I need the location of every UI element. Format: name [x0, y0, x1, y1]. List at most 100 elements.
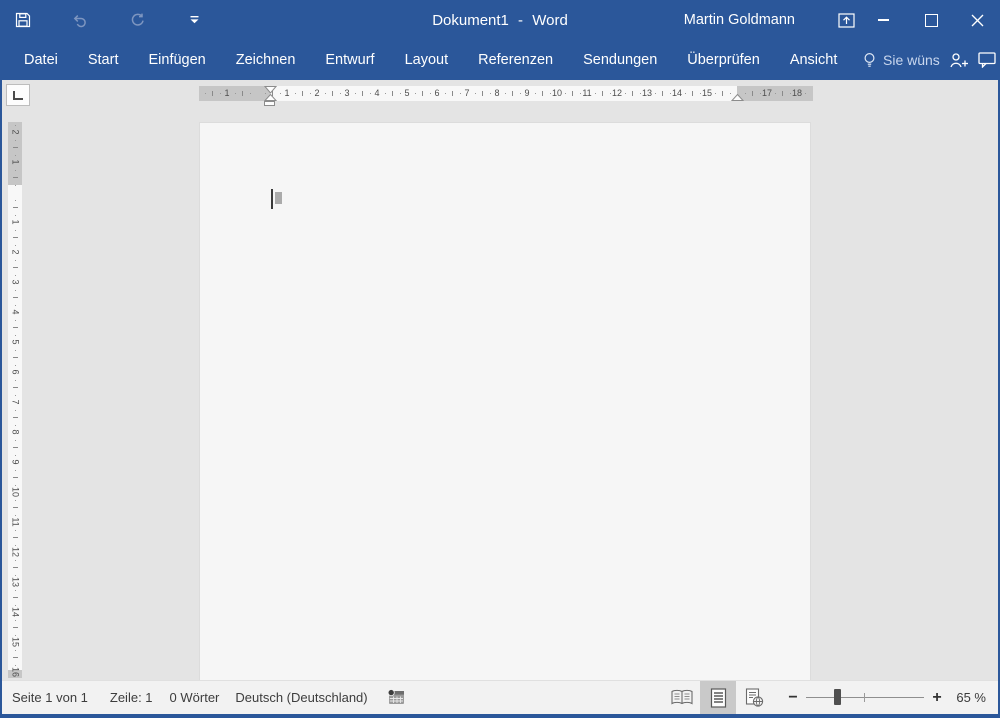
macro-record-icon [385, 688, 406, 707]
ruler-dot [655, 93, 656, 94]
print-layout-button[interactable] [700, 681, 736, 714]
ruler-dot [415, 93, 416, 94]
ruler-tick [13, 147, 18, 148]
ruler-tick [572, 91, 573, 96]
ruler-dot [715, 93, 716, 94]
tab-stop-selector[interactable] [6, 84, 30, 106]
ruler-dot [15, 380, 16, 381]
ruler-dot [15, 200, 16, 201]
ruler-dot [15, 590, 16, 591]
ruler-dot [775, 93, 776, 94]
ruler-tick [13, 597, 18, 598]
account-button[interactable]: Martin Goldmann [684, 0, 795, 40]
ruler-tick [13, 657, 18, 658]
save-button[interactable] [0, 0, 46, 40]
right-indent-marker[interactable] [731, 94, 744, 101]
tab-zeichnen[interactable]: Zeichnen [221, 40, 311, 80]
ruler-tick [13, 627, 18, 628]
horizontal-ruler[interactable]: 11234567891011121314151718 [199, 86, 813, 101]
zoom-slider-track[interactable] [806, 697, 924, 698]
macro-record-button[interactable] [385, 688, 406, 707]
tab-berprfen[interactable]: Überprüfen [672, 40, 775, 80]
web-layout-button[interactable] [736, 681, 772, 714]
redo-button[interactable] [114, 0, 160, 40]
read-mode-button[interactable] [664, 681, 700, 714]
ruler-tick [13, 537, 18, 538]
quick-access-toolbar [0, 0, 217, 40]
paragraph-mark [275, 192, 282, 204]
left-indent-marker[interactable] [264, 101, 275, 106]
ruler-dot [15, 350, 16, 351]
ruler-tick [13, 447, 18, 448]
tab-sendungen[interactable]: Sendungen [568, 40, 672, 80]
comments-button[interactable] [978, 52, 996, 68]
zoom-in-button[interactable]: + [930, 681, 944, 714]
tab-entwurf[interactable]: Entwurf [310, 40, 389, 80]
zoom-level[interactable]: 65 % [944, 690, 986, 705]
ruler-dot [15, 170, 16, 171]
ruler-tick [722, 91, 723, 96]
ruler-dot [490, 93, 491, 94]
ruler-dot [625, 93, 626, 94]
person-add-icon [949, 52, 969, 69]
ruler-dot [550, 93, 551, 94]
first-line-indent-marker[interactable] [264, 86, 277, 94]
ruler-tick [13, 327, 18, 328]
line-indicator[interactable]: Zeile: 1 [110, 690, 153, 705]
ruler-dot [15, 320, 16, 321]
tab-layout[interactable]: Layout [390, 40, 464, 80]
ruler-dot [565, 93, 566, 94]
ruler-dot [445, 93, 446, 94]
ruler-number: 9 [524, 86, 529, 101]
ruler-number: 12 [612, 86, 622, 101]
close-button[interactable] [954, 0, 1000, 40]
undo-button[interactable] [57, 0, 103, 40]
ruler-tick [632, 91, 633, 96]
ruler-tick [392, 91, 393, 96]
ruler-number: 11 [582, 86, 591, 101]
tell-me-button[interactable]: Sie wünsc [862, 52, 940, 68]
ruler-dot [205, 93, 206, 94]
ruler-tick [13, 387, 18, 388]
ruler-dot [595, 93, 596, 94]
word-window: Dokument1 - Word Martin Goldmann DateiSt… [0, 0, 1000, 718]
web-layout-icon [745, 688, 764, 708]
ruler-dot [505, 93, 506, 94]
ruler-number: 10 [552, 86, 562, 101]
word-count[interactable]: 0 Wörter [170, 690, 220, 705]
ruler-tick [362, 91, 363, 96]
ruler-dot [15, 650, 16, 651]
titlebar: Dokument1 - Word Martin Goldmann [0, 0, 1000, 40]
ruler-dot [520, 93, 521, 94]
tab-start[interactable]: Start [73, 40, 134, 80]
status-left: Seite 1 von 1 Zeile: 1 0 Wörter Deutsch … [2, 681, 406, 714]
ruler-dot [325, 93, 326, 94]
ruler-dot [15, 620, 16, 621]
zoom-slider[interactable] [806, 681, 924, 714]
maximize-button[interactable] [908, 0, 954, 40]
zoom-out-button[interactable]: − [786, 681, 800, 714]
language-indicator[interactable]: Deutsch (Deutschland) [235, 690, 367, 705]
ruler-tick [13, 507, 18, 508]
ruler-dot [15, 185, 16, 186]
ruler-dot [460, 93, 461, 94]
horizontal-ruler-marks: 11234567891011121314151718 [199, 86, 813, 101]
ruler-tick [482, 91, 483, 96]
ruler-tick [542, 91, 543, 96]
tab-referenzen[interactable]: Referenzen [463, 40, 568, 80]
ruler-dot [610, 93, 611, 94]
ruler-tick [242, 91, 243, 96]
zoom-slider-thumb[interactable] [834, 689, 841, 705]
ribbon-tabs: DateiStartEinfügenZeichnenEntwurfLayoutR… [0, 40, 1000, 80]
tab-ansicht[interactable]: Ansicht [775, 40, 853, 80]
tab-datei[interactable]: Datei [9, 40, 73, 80]
hanging-indent-marker[interactable] [264, 94, 277, 101]
minimize-button[interactable] [860, 0, 906, 40]
share-button[interactable] [949, 52, 969, 69]
customize-quick-access-button[interactable] [171, 0, 217, 40]
tab-einfgen[interactable]: Einfügen [133, 40, 220, 80]
maximize-icon [925, 14, 938, 27]
page-indicator[interactable]: Seite 1 von 1 [12, 690, 88, 705]
vertical-ruler[interactable]: 2112345678910111213141516 [8, 122, 22, 678]
document-page[interactable] [199, 122, 811, 681]
